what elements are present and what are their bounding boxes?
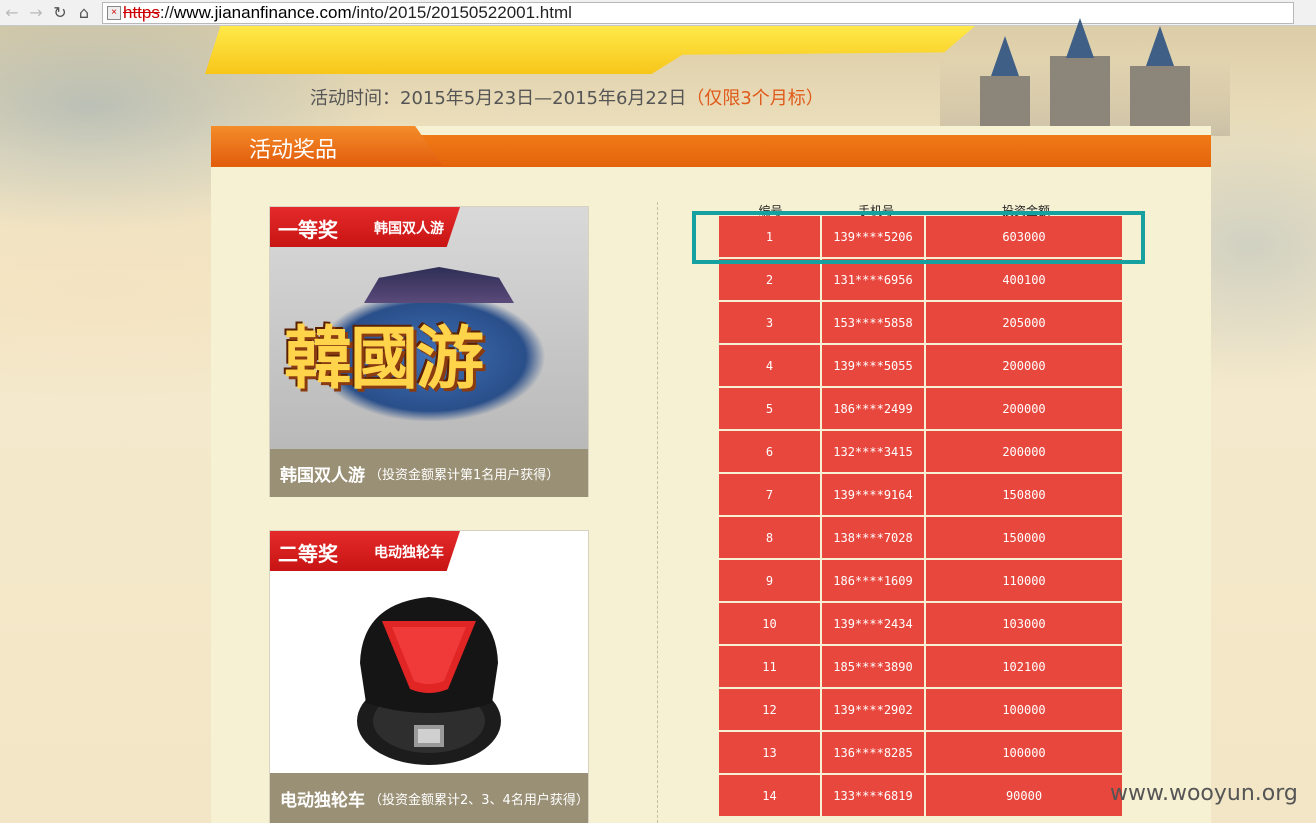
url-host: www.jiananfinance.com — [174, 2, 352, 22]
cell-amount: 200000 — [926, 431, 1122, 472]
ranking-table: 1 139****5206 603000 2 131****6956 400100 3 153… — [719, 216, 1122, 818]
arrow-left-icon: ← — [5, 3, 19, 22]
cell-number: 11 — [719, 646, 822, 687]
cell-amount: 200000 — [926, 388, 1122, 429]
prize-caption: 电动独轮车 （投资金额累计2、3、4名用户获得） — [270, 773, 589, 823]
prize-card-second[interactable]: 二等奖 电动独轮车 电动独轮车 （投资金额累计2、3、4名用户获得） — [269, 530, 589, 823]
table-row: 13 136****8285 100000 — [719, 732, 1122, 775]
korea-trip-image: 韓國游 一等奖 韩国双人游 — [270, 207, 588, 449]
watermark: www.wooyun.org — [1110, 781, 1298, 806]
cell-phone: 153****5858 — [822, 302, 926, 343]
cell-number: 8 — [719, 517, 822, 558]
cell-number: 4 — [719, 345, 822, 386]
cell-number: 6 — [719, 431, 822, 472]
cell-number: 13 — [719, 732, 822, 773]
insecure-lock-icon: × — [107, 5, 121, 20]
pagoda-roof-art — [364, 267, 514, 303]
cell-phone: 139****2902 — [822, 689, 926, 730]
cell-amount: 90000 — [926, 775, 1122, 816]
reload-icon: ↻ — [53, 3, 67, 22]
cell-number: 10 — [719, 603, 822, 644]
prize-caption-note: （投资金额累计2、3、4名用户获得） — [369, 792, 589, 808]
cell-amount: 150000 — [926, 517, 1122, 558]
home-button[interactable]: ⌂ — [72, 1, 96, 25]
korea-trip-art-text: 韓國游 — [284, 319, 484, 399]
cell-number: 3 — [719, 302, 822, 343]
cell-amount: 100000 — [926, 732, 1122, 773]
prize-caption-main: 电动独轮车 — [280, 790, 365, 811]
event-time: 活动时间：2015年5月23日—2015年6月22日（仅限3个月标） — [310, 84, 824, 110]
home-icon: ⌂ — [78, 3, 90, 22]
cell-phone: 131****6956 — [822, 259, 926, 300]
browser-toolbar: ← → ↻ ⌂ × https :// www.jiananfinance.co… — [0, 0, 1316, 26]
table-row: 3 153****5858 205000 — [719, 302, 1122, 345]
cell-amount: 200000 — [926, 345, 1122, 386]
forward-button[interactable]: → — [24, 1, 48, 25]
url-path: /into/2015/20150522001.html — [351, 2, 572, 22]
table-row: 12 139****2902 100000 — [719, 689, 1122, 732]
table-row: 4 139****5055 200000 — [719, 345, 1122, 388]
table-row: 10 139****2434 103000 — [719, 603, 1122, 646]
address-bar[interactable]: × https :// www.jiananfinance.com /into/… — [102, 1, 1294, 24]
unicycle-image: 二等奖 电动独轮车 — [270, 531, 588, 773]
cell-amount: 103000 — [926, 603, 1122, 644]
cell-phone: 133****6819 — [822, 775, 926, 816]
table-row: 8 138****7028 150000 — [719, 517, 1122, 560]
cell-phone: 132****3415 — [822, 431, 926, 472]
table-row: 2 131****6956 400100 — [719, 259, 1122, 302]
reload-button[interactable]: ↻ — [48, 1, 72, 25]
cell-amount: 102100 — [926, 646, 1122, 687]
prize-caption-note: （投资金额累计第1名用户获得） — [369, 467, 560, 483]
section-title: 活动奖品 — [249, 138, 338, 163]
cell-amount: 400100 — [926, 259, 1122, 300]
cell-phone: 136****8285 — [822, 732, 926, 773]
cell-phone: 186****1609 — [822, 560, 926, 601]
cell-amount: 110000 — [926, 560, 1122, 601]
prize-rank: 一等奖 — [278, 218, 338, 242]
highlight-box — [692, 211, 1145, 264]
cell-number: 9 — [719, 560, 822, 601]
column-divider — [657, 202, 658, 823]
url-scheme: https — [123, 2, 160, 22]
cell-phone: 139****2434 — [822, 603, 926, 644]
table-row: 6 132****3415 200000 — [719, 431, 1122, 474]
prize-caption-main: 韩国双人游 — [280, 465, 365, 486]
prize-item: 韩国双人游 — [374, 221, 444, 237]
table-row: 11 185****3890 102100 — [719, 646, 1122, 689]
table-row: 5 186****2499 200000 — [719, 388, 1122, 431]
event-time-label: 活动时间：2015年5月23日—2015年6月22日 — [310, 88, 687, 109]
cell-number: 7 — [719, 474, 822, 515]
prize-card-first[interactable]: 韓國游 一等奖 韩国双人游 韩国双人游 （投资金额累计第1名用户获得） — [269, 206, 589, 497]
cell-number: 12 — [719, 689, 822, 730]
arrow-right-icon: → — [29, 3, 43, 22]
prize-caption: 韩国双人游 （投资金额累计第1名用户获得） — [270, 449, 588, 497]
cell-number: 5 — [719, 388, 822, 429]
url-separator: :// — [159, 2, 175, 22]
table-row: 9 186****1609 110000 — [719, 560, 1122, 603]
table-row: 14 133****6819 90000 — [719, 775, 1122, 818]
cell-phone: 186****2499 — [822, 388, 926, 429]
cell-phone: 139****5055 — [822, 345, 926, 386]
castle-illustration — [940, 18, 1230, 136]
cell-phone: 138****7028 — [822, 517, 926, 558]
table-row: 7 139****9164 150800 — [719, 474, 1122, 517]
cell-amount: 150800 — [926, 474, 1122, 515]
cell-amount: 205000 — [926, 302, 1122, 343]
back-button[interactable]: ← — [0, 1, 24, 25]
cell-number: 14 — [719, 775, 822, 816]
event-limit-note: （仅限3个月标） — [686, 88, 824, 109]
prize-item: 电动独轮车 — [374, 545, 444, 561]
cell-phone: 139****9164 — [822, 474, 926, 515]
cell-phone: 185****3890 — [822, 646, 926, 687]
prize-rank: 二等奖 — [278, 542, 338, 566]
electric-unicycle-icon — [357, 597, 501, 765]
cell-number: 2 — [719, 259, 822, 300]
cell-amount: 100000 — [926, 689, 1122, 730]
